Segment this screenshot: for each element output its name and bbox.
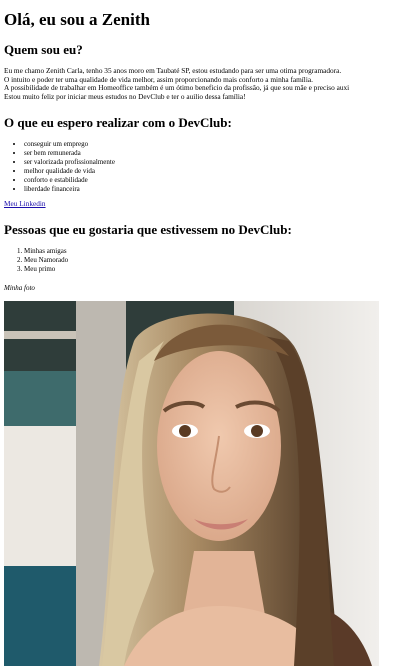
goals-list: conseguir um emprego ser bem remunerada …	[4, 140, 412, 194]
photo-counter	[4, 565, 76, 666]
photo-caption: Minha foto	[4, 283, 35, 292]
list-item: liberdade financeira	[24, 185, 412, 194]
linkedin-link[interactable]: Meu Linkedin	[4, 199, 412, 208]
profile-photo	[4, 300, 379, 666]
list-item: melhor qualidade de vida	[24, 167, 412, 176]
page-title: Olá, eu sou a Zenith	[4, 10, 150, 29]
about-line: A possibilidade de trabalhar em Homeoffi…	[4, 83, 350, 93]
about-line: O intuito e poder ter uma qualidade de v…	[4, 74, 313, 84]
list-item: Meu Namorado	[24, 256, 412, 265]
page-content: Olá, eu sou a Zenith Quem sou eu? Eu me …	[0, 0, 416, 666]
list-item: ser bem remunerada	[24, 149, 412, 158]
about-text: Eu me chamo Zenith Carla, tenho 35 anos …	[4, 67, 412, 102]
photo-cabinet	[4, 425, 76, 566]
photo-teal-panel	[4, 370, 76, 426]
list-item: conseguir um emprego	[24, 140, 412, 149]
about-line: Estou muito feliz por iniciar meus estud…	[4, 92, 246, 102]
photo-face	[157, 350, 281, 541]
goals-heading: O que eu espero realizar com o DevClub:	[4, 114, 232, 130]
list-item: Meu primo	[24, 265, 412, 274]
people-list: Minhas amigas Meu Namorado Meu primo	[4, 247, 412, 274]
list-item: Minhas amigas	[24, 247, 412, 256]
list-item: conforto e estabilidade	[24, 176, 412, 185]
photo-shelf	[4, 330, 76, 339]
photo-iris-right	[251, 424, 263, 437]
list-item: ser valorizada profissionalmente	[24, 158, 412, 167]
people-heading: Pessoas que eu gostaria que estivessem n…	[4, 221, 292, 237]
about-heading: Quem sou eu?	[4, 42, 83, 57]
photo-iris-left	[179, 424, 191, 437]
